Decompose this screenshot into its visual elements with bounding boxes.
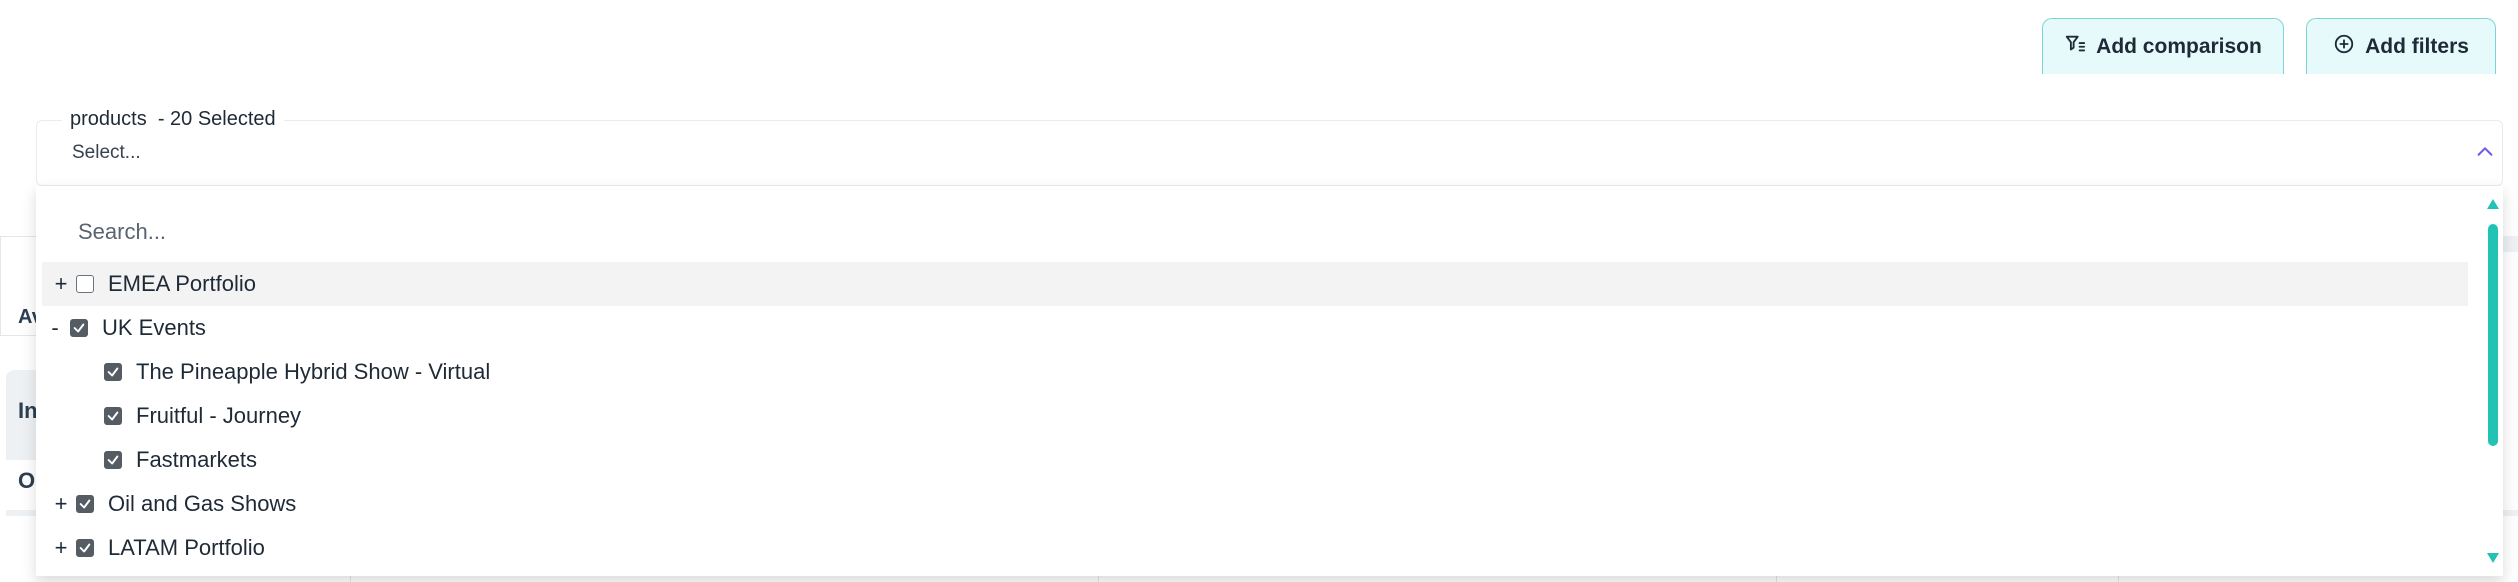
tree-item-emea-portfolio[interactable]: + EMEA Portfolio (42, 262, 2468, 306)
scroll-down-arrow-icon[interactable] (2486, 552, 2500, 564)
check-icon (107, 455, 119, 465)
checkbox[interactable] (104, 407, 122, 425)
add-comparison-label: Add comparison (2096, 34, 2262, 58)
tree-item-label: EMEA Portfolio (108, 271, 256, 296)
background-section-title: In (18, 398, 38, 423)
chevron-up-icon[interactable] (2474, 141, 2496, 163)
products-select-placeholder[interactable]: Select... (72, 142, 141, 164)
dropdown-scrollbar[interactable] (2482, 186, 2502, 576)
tree-item-latam-portfolio[interactable]: + LATAM Portfolio (42, 526, 2468, 570)
dropdown-search-input[interactable] (78, 212, 978, 252)
checkbox[interactable] (104, 363, 122, 381)
products-select-legend: products - 20 Selected (62, 108, 284, 131)
tree-item-uk-events[interactable]: - UK Events (42, 306, 2468, 350)
tree-item-label: The Pineapple Hybrid Show - Virtual (136, 359, 491, 384)
tree-item-fruitful-journey[interactable]: Fruitful - Journey (42, 394, 2468, 438)
checkbox[interactable] (76, 275, 94, 293)
check-icon (107, 411, 119, 421)
tree-item-label: Fastmarkets (136, 447, 258, 472)
checkbox[interactable] (70, 319, 88, 337)
check-icon (79, 499, 91, 509)
check-icon (107, 367, 119, 377)
checkbox[interactable] (76, 495, 94, 513)
expand-toggle[interactable]: + (52, 271, 70, 297)
products-select[interactable] (36, 120, 2503, 186)
tree-item-label: LATAM Portfolio (108, 535, 265, 560)
tree-item-fastmarkets[interactable]: Fastmarkets (42, 438, 2468, 482)
checkbox[interactable] (104, 451, 122, 469)
tree-item-label: Fruitful - Journey (136, 403, 302, 428)
tree-item-oil-and-gas-shows[interactable]: + Oil and Gas Shows (42, 482, 2468, 526)
collapse-toggle[interactable]: - (46, 315, 64, 341)
scrollbar-thumb[interactable] (2488, 224, 2498, 446)
tree-item-label: UK Events (102, 315, 206, 340)
add-comparison-button[interactable]: Add comparison (2042, 18, 2284, 74)
tree-item-pineapple-hybrid-show[interactable]: The Pineapple Hybrid Show - Virtual (42, 350, 2468, 394)
products-dropdown: + EMEA Portfolio - UK Events The Pineapp… (36, 186, 2503, 576)
expand-toggle[interactable]: + (52, 535, 70, 561)
expand-toggle[interactable]: + (52, 491, 70, 517)
add-filters-button[interactable]: Add filters (2306, 18, 2496, 74)
filter-list-icon (2064, 33, 2086, 61)
check-icon (73, 323, 85, 333)
background-subsection-title: O (18, 468, 36, 493)
plus-circle-icon (2333, 33, 2355, 61)
scroll-up-arrow-icon[interactable] (2486, 198, 2500, 210)
checkbox[interactable] (76, 539, 94, 557)
tree-item-label: Oil and Gas Shows (108, 491, 297, 516)
check-icon (79, 543, 91, 553)
add-filters-label: Add filters (2365, 34, 2469, 58)
